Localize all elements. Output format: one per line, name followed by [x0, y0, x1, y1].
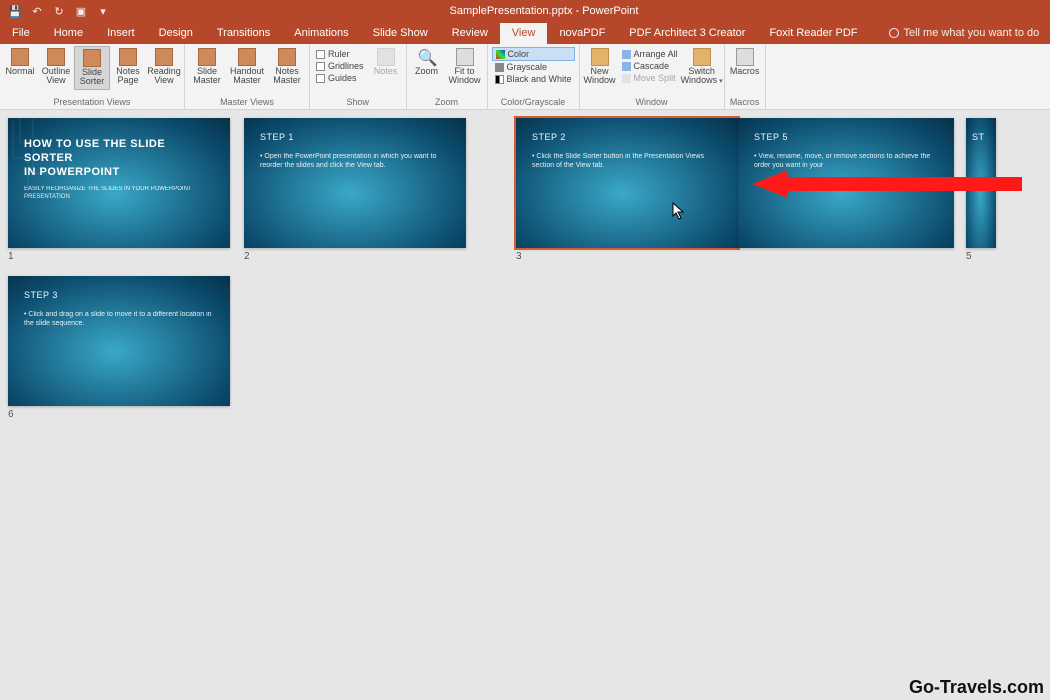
slide-bullet: • Open the PowerPoint presentation in wh…	[260, 152, 450, 171]
zoom-button[interactable]: 🔍Zoom	[409, 46, 445, 88]
group-label: Color/Grayscale	[490, 96, 577, 108]
group-color-grayscale: Color Grayscale Black and White Color/Gr…	[488, 44, 580, 109]
slide-number: 6	[8, 409, 230, 420]
group-label: Master Views	[187, 96, 307, 108]
group-window: New Window Arrange All Cascade Move Spli…	[580, 44, 725, 109]
ribbon-tabs: File Home Insert Design Transitions Anim…	[0, 22, 1050, 44]
slide-step-label: STEP 1	[260, 132, 450, 142]
slide-bullet: • View, rename, move, or remove sections…	[754, 152, 938, 171]
slide-sorter-button[interactable]: Slide Sorter	[74, 46, 110, 90]
slide-subtitle: EASILY REORGANIZE THE SLIDES IN YOUR POW…	[24, 185, 214, 201]
group-zoom: 🔍Zoom Fit to Window Zoom	[407, 44, 488, 109]
tab-view[interactable]: View	[500, 23, 548, 44]
tab-slide-show[interactable]: Slide Show	[361, 23, 440, 44]
ribbon: Normal Outline View Slide Sorter Notes P…	[0, 44, 1050, 110]
reading-view-button[interactable]: Reading View	[146, 46, 182, 90]
redo-icon[interactable]: ↻	[52, 4, 66, 18]
slide-thumbnail-2[interactable]: STEP 1 • Open the PowerPoint presentatio…	[244, 118, 466, 262]
macros-button[interactable]: Macros	[727, 46, 763, 78]
cascade-button[interactable]: Cascade	[622, 60, 678, 72]
group-label: Macros	[727, 96, 763, 108]
move-split-button[interactable]: Move Split	[622, 72, 678, 84]
start-from-beginning-icon[interactable]: ▣	[74, 4, 88, 18]
fit-to-window-button[interactable]: Fit to Window	[445, 46, 485, 88]
slide-master-button[interactable]: Slide Master	[187, 46, 227, 88]
tell-me-label: Tell me what you want to do	[903, 27, 1039, 39]
normal-view-button[interactable]: Normal	[2, 46, 38, 90]
slide-bullet: • Click the Slide Sorter button in the P…	[532, 152, 722, 171]
tab-foxit[interactable]: Foxit Reader PDF	[757, 23, 869, 44]
tab-insert[interactable]: Insert	[95, 23, 147, 44]
grayscale-button[interactable]: Grayscale	[492, 61, 575, 73]
slide-step-label: STEP 5	[754, 132, 938, 142]
group-label: Window	[582, 96, 722, 108]
slide-thumbnail-6[interactable]: STEP 3 • Click and drag on a slide to mo…	[8, 276, 230, 420]
color-button[interactable]: Color	[492, 47, 575, 61]
outline-view-button[interactable]: Outline View	[38, 46, 74, 90]
lightbulb-icon	[889, 28, 899, 38]
slide-number: 2	[244, 251, 466, 262]
tab-review[interactable]: Review	[440, 23, 500, 44]
group-macros: Macros Macros	[725, 44, 766, 109]
slide-sorter-pane[interactable]: HOW TO USE THE SLIDE SORTERIN POWERPOINT…	[0, 110, 1050, 698]
tab-design[interactable]: Design	[147, 23, 205, 44]
handout-master-button[interactable]: Handout Master	[227, 46, 267, 88]
save-icon[interactable]: 💾	[8, 4, 22, 18]
quick-access-toolbar: 💾 ↶ ↻ ▣ ▾	[0, 4, 118, 18]
slide-number: 3	[516, 251, 738, 262]
tab-pdf-architect[interactable]: PDF Architect 3 Creator	[617, 23, 757, 44]
group-label: Show	[312, 96, 404, 108]
tab-home[interactable]: Home	[42, 23, 95, 44]
black-white-button[interactable]: Black and White	[492, 73, 575, 85]
slide-number: 5	[966, 251, 996, 262]
slide-number: 1	[8, 251, 230, 262]
guides-checkbox[interactable]: Guides	[316, 72, 364, 84]
notes-master-button[interactable]: Notes Master	[267, 46, 307, 88]
tab-file[interactable]: File	[0, 23, 42, 44]
notes-button[interactable]: Notes	[368, 46, 404, 86]
slide-step-label: ST	[972, 132, 980, 142]
slide-step-label: STEP 3	[24, 290, 214, 300]
group-label: Zoom	[409, 96, 485, 108]
arrange-all-button[interactable]: Arrange All	[622, 48, 678, 60]
title-bar: 💾 ↶ ↻ ▣ ▾ SamplePresentation.pptx - Powe…	[0, 0, 1050, 22]
tell-me-search[interactable]: Tell me what you want to do	[889, 27, 1039, 44]
ruler-checkbox[interactable]: Ruler	[316, 48, 364, 60]
group-presentation-views: Normal Outline View Slide Sorter Notes P…	[0, 44, 185, 109]
slide-thumbnail-5[interactable]: ST 5	[966, 118, 996, 262]
slide-thumbnail-1[interactable]: HOW TO USE THE SLIDE SORTERIN POWERPOINT…	[8, 118, 230, 262]
group-label: Presentation Views	[2, 96, 182, 108]
gridlines-checkbox[interactable]: Gridlines	[316, 60, 364, 72]
slide-thumbnail-4[interactable]: STEP 5 • View, rename, move, or remove s…	[738, 118, 954, 262]
qat-customize-icon[interactable]: ▾	[96, 4, 110, 18]
watermark: Go-Travels.com	[909, 677, 1044, 698]
tab-animations[interactable]: Animations	[282, 23, 360, 44]
slide-step-label: STEP 2	[532, 132, 722, 142]
new-window-button[interactable]: New Window	[582, 46, 618, 88]
tab-novapdf[interactable]: novaPDF	[547, 23, 617, 44]
switch-windows-button[interactable]: Switch Windows▾	[682, 46, 722, 88]
group-show: Ruler Gridlines Guides Notes Show	[310, 44, 407, 109]
slide-thumbnail-3[interactable]: STEP 2 • Click the Slide Sorter button i…	[516, 118, 738, 262]
window-title: SamplePresentation.pptx - PowerPoint	[118, 5, 970, 17]
group-master-views: Slide Master Handout Master Notes Master…	[185, 44, 310, 109]
notes-page-button[interactable]: Notes Page	[110, 46, 146, 90]
slide-bullet: • Click and drag on a slide to move it t…	[24, 310, 214, 329]
undo-icon[interactable]: ↶	[30, 4, 44, 18]
tab-transitions[interactable]: Transitions	[205, 23, 282, 44]
